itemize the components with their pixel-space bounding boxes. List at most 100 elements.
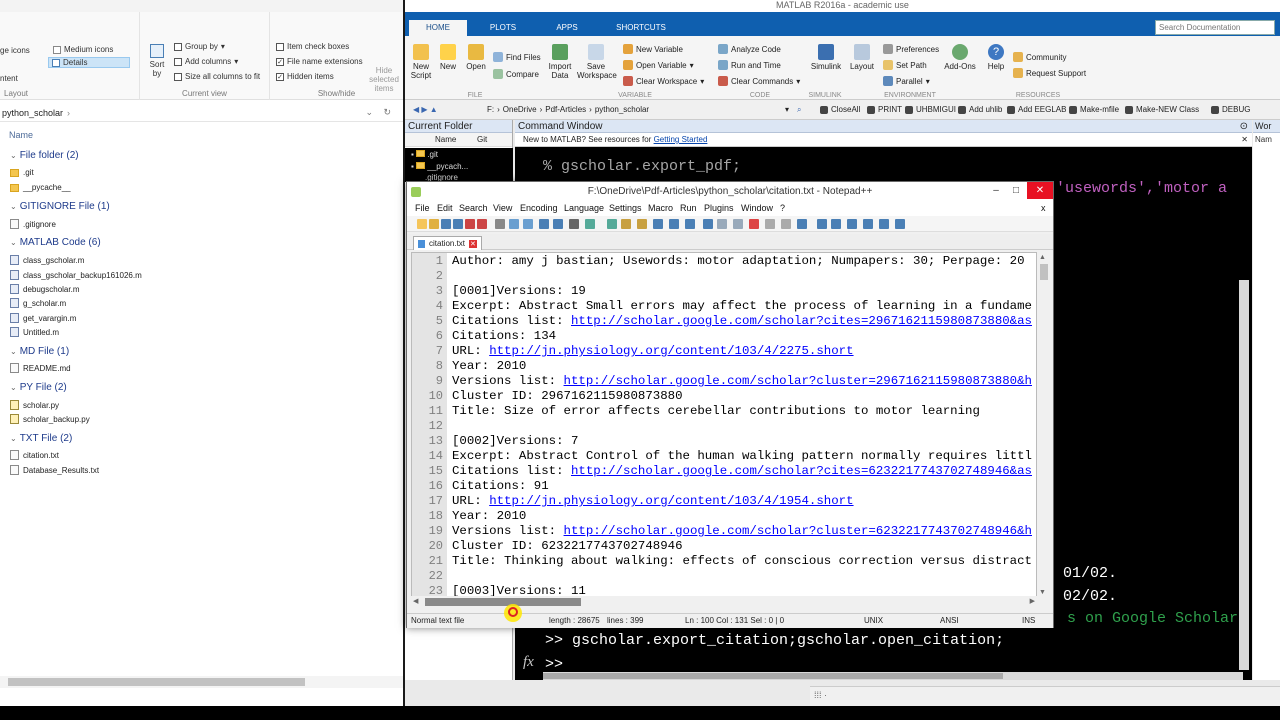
menu-help[interactable]: ?	[780, 203, 785, 213]
toolbar-button-icon[interactable]	[749, 219, 759, 229]
find-files-button[interactable]: Find Files	[493, 52, 541, 62]
toolbar-button-icon[interactable]	[847, 219, 857, 229]
cf-col-git[interactable]: Git	[477, 135, 487, 144]
cmd-vscrollbar[interactable]	[1239, 280, 1249, 670]
cf-col-name[interactable]: Name	[435, 135, 456, 144]
toolbar-button-icon[interactable]	[553, 219, 563, 229]
request-support-button[interactable]: Request Support	[1013, 68, 1086, 78]
group-by-button[interactable]: Group by ▾	[174, 42, 225, 51]
new-variable-button[interactable]: New Variable	[623, 44, 683, 54]
text-line[interactable]: [0001]Versions: 19	[452, 284, 586, 298]
shortcut-make-new-class[interactable]: Make-NEW Class	[1125, 105, 1199, 114]
file-group-header[interactable]: MD File (1)	[10, 346, 69, 357]
text-line[interactable]: URL: http://jn.physiology.org/content/10…	[452, 344, 854, 358]
file-item[interactable]: class_gscholar.m	[10, 255, 84, 265]
toolbar-button-icon[interactable]	[669, 219, 679, 229]
menu-edit[interactable]: Edit	[437, 203, 453, 213]
close-doc-icon[interactable]: x	[1041, 203, 1046, 213]
run-and-time-button[interactable]: Run and Time	[718, 60, 781, 70]
help-button[interactable]: ? Help	[985, 44, 1007, 71]
file-group-header[interactable]: TXT File (2)	[10, 433, 73, 444]
cmd-prompt[interactable]: >>	[545, 656, 563, 673]
toolbar-button-icon[interactable]	[637, 219, 647, 229]
refresh-icon[interactable]: ↻	[383, 107, 391, 118]
toolbar-button-icon[interactable]	[703, 219, 713, 229]
cf-item[interactable]: ▪ __pycach...	[411, 162, 468, 171]
preferences-button[interactable]: Preferences	[883, 44, 939, 54]
close-tab-icon[interactable]: ✕	[469, 239, 477, 248]
close-icon[interactable]: ✕	[1241, 133, 1248, 147]
menu-settings[interactable]: Settings	[609, 203, 642, 213]
item-checkboxes-toggle[interactable]: Item check boxes	[276, 42, 349, 51]
new-script-button[interactable]: New Script	[409, 44, 433, 80]
url-link[interactable]: http://jn.physiology.org/content/103/4/2…	[489, 344, 853, 358]
tab-citation-txt[interactable]: citation.txt ✕	[413, 236, 482, 250]
toolbar-button-icon[interactable]	[539, 219, 549, 229]
minimize-icon[interactable]: –	[985, 182, 1007, 199]
tab-home[interactable]: HOME	[409, 20, 467, 36]
toolbar-button-icon[interactable]	[717, 219, 727, 229]
text-line[interactable]: Cluster ID: 6232217743702748946	[452, 539, 683, 553]
shortcut-closeall[interactable]: CloseAll	[820, 105, 860, 114]
nav-arrows-icon[interactable]: ◀ ▶ ▲	[413, 105, 438, 114]
url-link[interactable]: http://jn.physiology.org/content/103/4/1…	[489, 494, 853, 508]
file-item[interactable]: Database_Results.txt	[10, 465, 99, 475]
url-link[interactable]: http://scholar.google.com/scholar?cluste…	[564, 524, 1032, 538]
shortcut-print[interactable]: PRINT	[867, 105, 902, 114]
toolbar-button-icon[interactable]	[417, 219, 427, 229]
toolbar-button-icon[interactable]	[653, 219, 663, 229]
text-line[interactable]: Excerpt: Abstract Control of the human w…	[452, 449, 1032, 463]
file-item[interactable]: citation.txt	[10, 450, 59, 460]
toolbar-button-icon[interactable]	[569, 219, 579, 229]
save-workspace-button[interactable]: Save Workspace	[577, 44, 617, 80]
file-item[interactable]: g_scholar.m	[10, 298, 66, 308]
file-item[interactable]: get_varargin.m	[10, 313, 76, 323]
compare-button[interactable]: Compare	[493, 69, 539, 79]
text-line[interactable]: Year: 2010	[452, 359, 526, 373]
medium-icons-option[interactable]: Medium icons	[50, 44, 116, 55]
text-editor[interactable]: 1 2 3 4 5 6 7 8 9 10 11 12 13 14 15 16 17 18 19 20 21 22 23 Au…	[411, 252, 1037, 598]
analyze-code-button[interactable]: Analyze Code	[718, 44, 781, 54]
scroll-left-icon[interactable]: ◀	[413, 597, 418, 605]
url-link[interactable]: http://scholar.google.com/scholar?cluste…	[564, 374, 1032, 388]
shortcut-uhbmigui[interactable]: UHBMIGUI	[905, 105, 956, 114]
tab-shortcuts[interactable]: SHORTCUTS	[601, 20, 681, 36]
file-item[interactable]: .gitignore	[10, 219, 56, 229]
path-dropdown-icon[interactable]: ▾	[785, 105, 789, 114]
menu-window[interactable]: Window	[741, 203, 773, 213]
size-columns-button[interactable]: Size all columns to fit	[174, 72, 260, 81]
parallel-button[interactable]: Parallel ▾	[883, 76, 930, 86]
layout-button[interactable]: Layout	[847, 44, 877, 71]
file-group-header[interactable]: File folder (2)	[10, 150, 79, 161]
panel-options-icon[interactable]: ⊙	[1240, 120, 1248, 133]
column-header-name[interactable]: Name	[9, 130, 33, 140]
text-line[interactable]: URL: http://jn.physiology.org/content/10…	[452, 494, 854, 508]
tab-plots[interactable]: PLOTS	[475, 20, 531, 36]
file-item[interactable]: Untitled.m	[10, 327, 59, 337]
addons-button[interactable]: Add-Ons	[943, 44, 977, 71]
file-item[interactable]: debugscholar.m	[10, 284, 79, 294]
toolbar-button-icon[interactable]	[765, 219, 775, 229]
file-group-header[interactable]: PY File (2)	[10, 382, 67, 393]
menu-plugins[interactable]: Plugins	[704, 203, 734, 213]
scroll-right-icon[interactable]: ▶	[1030, 597, 1035, 605]
details-option[interactable]: Details	[48, 57, 130, 68]
shortcut-add-eeglab[interactable]: Add EEGLAB	[1007, 105, 1066, 114]
fx-icon[interactable]: fx	[523, 654, 534, 671]
simulink-button[interactable]: Simulink	[809, 44, 843, 71]
hscroll-thumb[interactable]	[425, 598, 581, 606]
toolbar-button-icon[interactable]	[429, 219, 439, 229]
toolbar-button-icon[interactable]	[477, 219, 487, 229]
menu-search[interactable]: Search	[459, 203, 488, 213]
community-button[interactable]: Community	[1013, 52, 1066, 62]
address-dropdown-icon[interactable]: ⌄	[365, 107, 373, 118]
url-link[interactable]: http://scholar.google.com/scholar?cites=…	[571, 314, 1032, 328]
text-line[interactable]: Cluster ID: 2967162115980873880	[452, 389, 683, 403]
open-variable-button[interactable]: Open Variable ▾	[623, 60, 694, 70]
search-documentation-input[interactable]: Search Documentation	[1155, 20, 1275, 35]
toolbar-button-icon[interactable]	[685, 219, 695, 229]
clear-commands-button[interactable]: Clear Commands ▾	[718, 76, 800, 86]
text-line[interactable]: Title: Size of error affects cerebellar …	[452, 404, 980, 418]
cmd-hscrollbar[interactable]	[543, 672, 1243, 680]
toolbar-button-icon[interactable]	[607, 219, 617, 229]
